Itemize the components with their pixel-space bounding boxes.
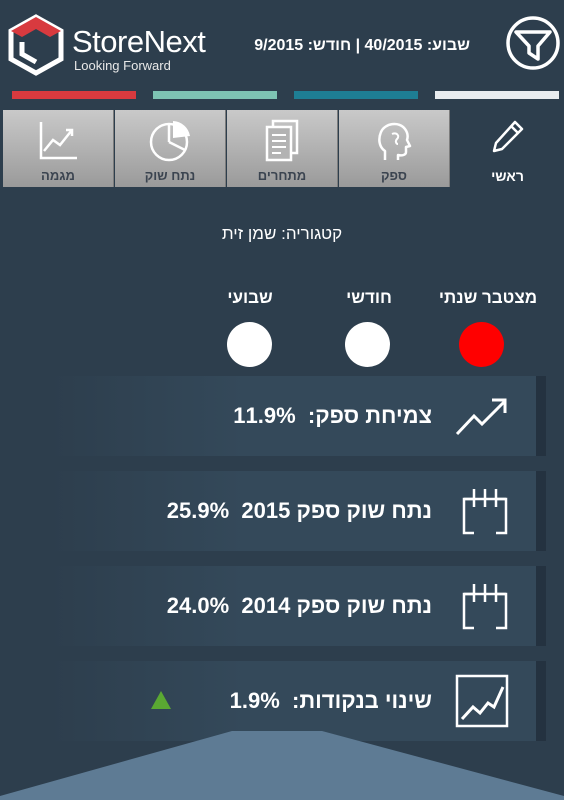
period-label-weekly: שבועי — [227, 288, 273, 307]
tab-label: נתח שוק — [144, 168, 196, 183]
calendar-icon — [462, 489, 508, 535]
triangle-up-icon — [151, 691, 171, 709]
growth-arrow-icon — [455, 398, 507, 436]
kpi-value: 25.9% — [166, 498, 230, 523]
color-strip-blue — [294, 91, 418, 99]
kpi-value: 1.9% — [229, 688, 280, 713]
head-profile-icon — [378, 122, 412, 160]
kpi-label: נתח שוק ספק 2014 — [241, 593, 432, 618]
category-line: קטגוריה: שמן זית — [0, 224, 564, 244]
brand-tagline: Looking Forward — [74, 58, 171, 73]
tab-trend[interactable]: מגמה — [3, 110, 114, 187]
kpi-label: שינוי בנקודות: — [292, 688, 432, 713]
kpi-text: נתח שוק ספק 2014 24.0% — [167, 593, 432, 619]
filter-icon — [506, 16, 560, 70]
color-strip-white — [435, 91, 559, 99]
kpi-market-share-2014: נתח שוק ספק 2014 24.0% — [50, 566, 546, 646]
storenext-logo: StoreNext Looking Forward — [6, 14, 206, 76]
brand-name: StoreNext — [72, 24, 206, 59]
tab-competitors[interactable]: מתחרים — [227, 110, 338, 187]
tab-market-share[interactable]: נתח שוק — [115, 110, 226, 187]
kpi-label: נתח שוק ספק 2015 — [241, 498, 432, 523]
chart-line-icon — [455, 674, 509, 728]
storenext-logo-mark-icon — [8, 14, 64, 76]
tab-label: ספק — [381, 168, 407, 183]
tab-label: מתחרים — [257, 168, 307, 183]
kpi-text: שינוי בנקודות: 1.9% — [230, 688, 432, 714]
period-info: שבוע: 40/2015 | חודש: 9/2015 — [254, 37, 470, 54]
tab-label: מגמה — [41, 168, 75, 183]
tab-label: ראשי — [491, 168, 524, 184]
kpi-label: צמיחת ספק: — [307, 403, 432, 428]
documents-icon — [265, 119, 299, 162]
period-radio-weekly[interactable] — [227, 322, 272, 367]
period-radio-annual[interactable] — [459, 322, 504, 367]
kpi-supplier-growth: צמיחת ספק: 11.9% — [50, 376, 546, 456]
period-radio-monthly[interactable] — [345, 322, 390, 367]
kpi-market-share-2015: נתח שוק ספק 2015 25.9% — [50, 471, 546, 551]
period-label-annual: מצטבר שנתי — [438, 288, 538, 307]
tab-supplier[interactable]: ספק — [339, 110, 450, 187]
kpi-text: נתח שוק ספק 2015 25.9% — [167, 498, 432, 524]
pie-chart-icon — [149, 121, 190, 162]
period-label-monthly: חודשי — [346, 288, 392, 307]
bottom-mountain-decoration — [0, 731, 564, 800]
trend-chart-icon — [39, 122, 77, 160]
kpi-value: 11.9% — [233, 403, 296, 428]
filter-button[interactable] — [505, 15, 561, 71]
color-strip-red — [12, 91, 136, 99]
kpi-value: 24.0% — [166, 593, 230, 618]
color-strip-teal — [153, 91, 277, 99]
pencil-icon — [492, 120, 523, 153]
kpi-text: צמיחת ספק: 11.9% — [233, 403, 432, 429]
calendar-icon — [462, 584, 508, 630]
category-value: שמן זית — [221, 224, 277, 243]
category-label: קטגוריה: — [281, 224, 343, 243]
tab-main[interactable]: ראשי — [451, 110, 564, 187]
